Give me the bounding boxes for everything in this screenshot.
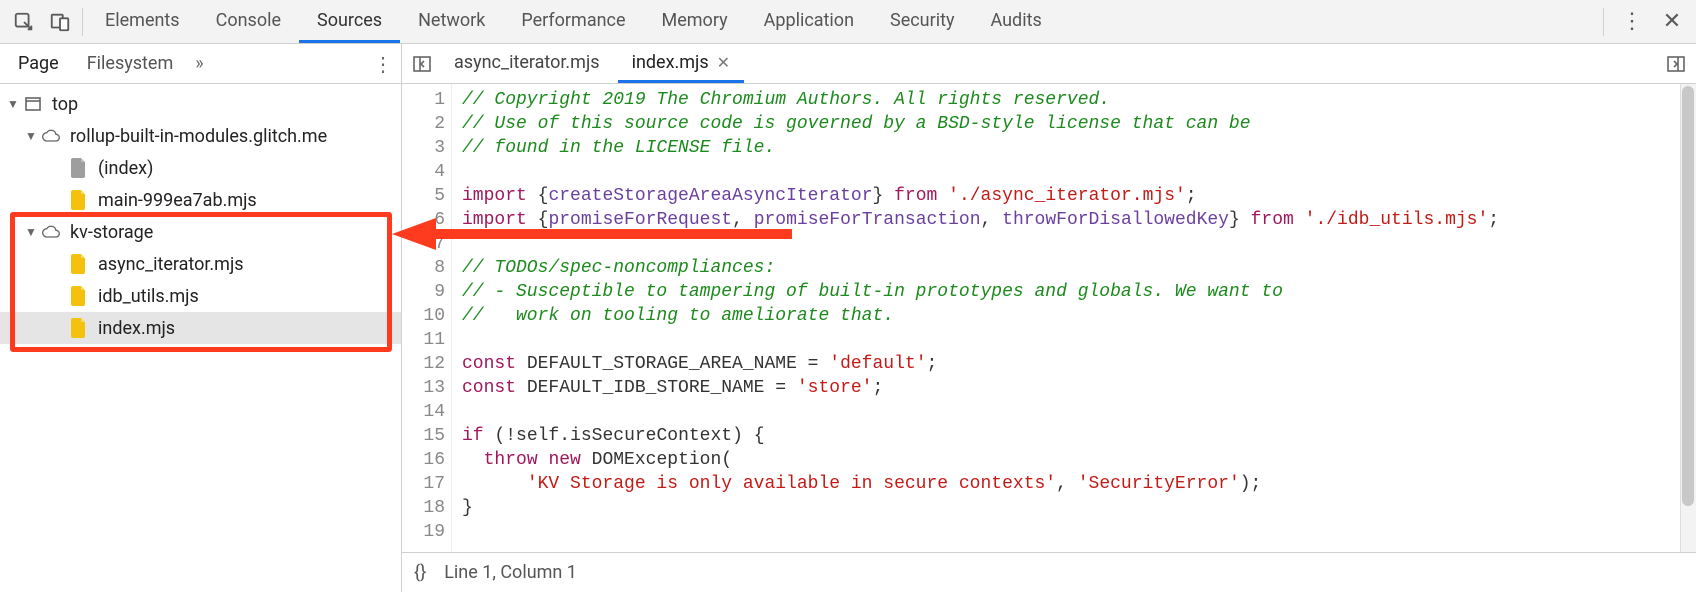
disclosure-triangle-icon[interactable]: ▼	[24, 225, 38, 239]
tree-node-domain[interactable]: ▼ rollup-built-in-modules.glitch.me	[0, 120, 401, 152]
devtools-toolbar: Elements Console Sources Network Perform…	[0, 0, 1696, 44]
tree-label: rollup-built-in-modules.glitch.me	[70, 126, 327, 147]
disclosure-triangle-icon[interactable]: ▼	[6, 97, 20, 111]
file-tab-async-iterator[interactable]: async_iterator.mjs	[440, 44, 614, 83]
tree-node-file[interactable]: idb_utils.mjs	[0, 280, 401, 312]
sidebar-overflow-icon[interactable]: »	[195, 53, 203, 74]
sources-workspace: Page Filesystem » ⋮ ▼ top ▼ rollup-built…	[0, 44, 1696, 592]
tab-elements[interactable]: Elements	[87, 0, 198, 43]
js-file-icon	[68, 253, 90, 275]
navigator-toggle-icon[interactable]	[408, 50, 436, 78]
editor-status-bar: {} Line 1, Column 1	[402, 552, 1696, 592]
tree-node-top[interactable]: ▼ top	[0, 88, 401, 120]
tree-label: main-999ea7ab.mjs	[98, 190, 257, 211]
tab-memory[interactable]: Memory	[644, 0, 746, 43]
js-file-icon	[68, 189, 90, 211]
tree-label: (index)	[98, 158, 153, 179]
sources-sidebar: Page Filesystem » ⋮ ▼ top ▼ rollup-built…	[0, 44, 402, 592]
editor-pane: async_iterator.mjs index.mjs ✕ 123456789…	[402, 44, 1696, 592]
tab-security[interactable]: Security	[872, 0, 972, 43]
line-number-gutter: 12345678910111213141516171819	[402, 84, 452, 552]
cursor-position: Line 1, Column 1	[444, 562, 577, 583]
close-devtools-icon[interactable]: ✕	[1654, 0, 1690, 44]
tree-node-file[interactable]: main-999ea7ab.mjs	[0, 184, 401, 216]
tree-node-file-selected[interactable]: index.mjs	[0, 312, 401, 344]
tree-label: top	[52, 94, 78, 115]
tab-network[interactable]: Network	[400, 0, 503, 43]
tab-audits[interactable]: Audits	[972, 0, 1059, 43]
tree-label: async_iterator.mjs	[98, 254, 244, 275]
tab-performance[interactable]: Performance	[503, 0, 643, 43]
frame-icon	[22, 93, 44, 115]
file-tab-label: async_iterator.mjs	[454, 52, 600, 73]
js-file-icon	[68, 285, 90, 307]
tree-label: kv-storage	[70, 222, 153, 243]
code-content[interactable]: // Copyright 2019 The Chromium Authors. …	[452, 84, 1696, 552]
devtools-panel-tabs: Elements Console Sources Network Perform…	[87, 0, 1060, 43]
scrollbar-track[interactable]	[1680, 84, 1696, 552]
kebab-menu-icon[interactable]: ⋮	[1614, 0, 1650, 44]
device-toggle-icon[interactable]	[42, 0, 78, 44]
debugger-toggle-icon[interactable]	[1662, 50, 1690, 78]
scrollbar-thumb[interactable]	[1682, 86, 1694, 506]
sidebar-tab-filesystem[interactable]: Filesystem	[73, 44, 188, 83]
inspect-icon[interactable]	[6, 0, 42, 44]
file-tab-index[interactable]: index.mjs ✕	[618, 44, 744, 83]
cloud-icon	[40, 221, 62, 243]
disclosure-triangle-icon[interactable]: ▼	[24, 129, 38, 143]
tab-sources[interactable]: Sources	[299, 0, 400, 43]
cloud-icon	[40, 125, 62, 147]
js-file-icon	[68, 317, 90, 339]
tree-node-file[interactable]: (index)	[0, 152, 401, 184]
page-tree: ▼ top ▼ rollup-built-in-modules.glitch.m…	[0, 84, 401, 592]
tree-label: idb_utils.mjs	[98, 286, 199, 307]
close-tab-icon[interactable]: ✕	[717, 53, 730, 72]
tab-console[interactable]: Console	[198, 0, 299, 43]
toolbar-divider	[1603, 8, 1604, 36]
document-icon	[68, 157, 90, 179]
sidebar-tab-page[interactable]: Page	[4, 44, 73, 83]
toolbar-divider	[82, 8, 83, 36]
tree-node-kv-storage[interactable]: ▼ kv-storage	[0, 216, 401, 248]
pretty-print-icon[interactable]: {}	[414, 562, 426, 583]
file-tab-label: index.mjs	[632, 52, 709, 73]
code-editor[interactable]: 12345678910111213141516171819 // Copyrig…	[402, 84, 1696, 552]
sidebar-kebab-icon[interactable]: ⋮	[369, 52, 397, 76]
tree-node-file[interactable]: async_iterator.mjs	[0, 248, 401, 280]
file-tabs: async_iterator.mjs index.mjs ✕	[402, 44, 1696, 84]
tree-label: index.mjs	[98, 318, 175, 339]
tab-application[interactable]: Application	[746, 0, 872, 43]
sidebar-tabs: Page Filesystem » ⋮	[0, 44, 401, 84]
